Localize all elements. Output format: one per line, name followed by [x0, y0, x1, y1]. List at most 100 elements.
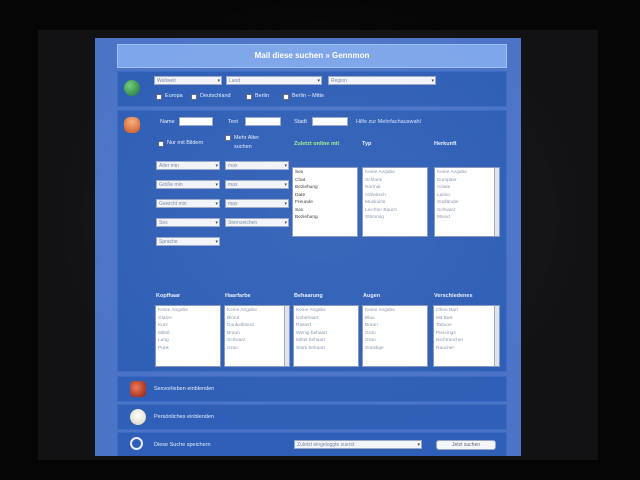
zodiac-select[interactable]: Sternzeichen ▾: [225, 218, 289, 227]
region-select[interactable]: Region ▾: [328, 76, 436, 85]
interests-toggle[interactable]: Sexvorlieben einblenden: [154, 386, 214, 392]
list-item[interactable]: Kurz: [158, 322, 218, 330]
hair-list[interactable]: Keine Angabe Glatze Kurz Mittel Lang Pun…: [155, 305, 221, 367]
type-list[interactable]: Keine Angabe Schlank Normal Athletisch M…: [362, 167, 428, 237]
list-item[interactable]: Rasiert: [296, 322, 356, 330]
list-item[interactable]: Athletisch: [365, 192, 425, 200]
misc-list[interactable]: Ohne Bart Mit Bart Tattoos Piercings Nic…: [433, 305, 500, 367]
personal-toggle[interactable]: Persönliches einblenden: [154, 414, 214, 420]
germany-checkbox[interactable]: [191, 94, 197, 100]
list-item[interactable]: Braun: [227, 330, 287, 338]
list-item[interactable]: Latino: [437, 192, 497, 200]
save-search-link[interactable]: Diese Suche speichern: [154, 442, 211, 448]
list-item[interactable]: Raucher: [436, 345, 497, 353]
list-item[interactable]: Mit Bart: [436, 315, 497, 323]
text-input[interactable]: [245, 117, 281, 126]
list-item[interactable]: Ohne Bart: [436, 307, 497, 315]
magnifier-icon: [130, 437, 143, 450]
list-item[interactable]: Leichter Bauch: [365, 207, 425, 215]
age-max-select[interactable]: max ▾: [225, 161, 289, 170]
scrollbar[interactable]: [494, 306, 499, 366]
list-item[interactable]: Sonstige: [365, 345, 425, 353]
more-age-checkbox[interactable]: [225, 135, 231, 141]
only-images-checkbox[interactable]: [158, 141, 164, 147]
list-item[interactable]: Date: [295, 192, 355, 200]
personal-section[interactable]: Persönliches einblenden: [117, 404, 507, 430]
origin-list[interactable]: Keine Angabe Europäer Asiate Latino Südl…: [434, 167, 500, 237]
list-item[interactable]: Mixed: [437, 214, 497, 222]
list-item[interactable]: Tattoos: [436, 322, 497, 330]
weight-min-select[interactable]: Gewicht min ▾: [156, 199, 220, 208]
wanted-list[interactable]: Sex Chat Beziehung Date Freunde Sex Bezi…: [292, 167, 358, 237]
hair-header: Kopfhaar: [156, 293, 181, 299]
list-item[interactable]: Keine Angabe: [437, 169, 497, 177]
scrollbar[interactable]: [284, 306, 289, 366]
list-item[interactable]: Sex: [295, 169, 355, 177]
height-min-select[interactable]: Größe min ▾: [156, 180, 220, 189]
list-item[interactable]: Piercings: [436, 330, 497, 338]
list-item[interactable]: Chat: [295, 177, 355, 185]
list-item[interactable]: Keine Angabe: [158, 307, 218, 315]
list-item[interactable]: Stämmig: [365, 214, 425, 222]
list-item[interactable]: Mittel: [158, 330, 218, 338]
list-item[interactable]: Glatze: [158, 315, 218, 323]
height-max-select[interactable]: max ▾: [225, 180, 289, 189]
interests-section[interactable]: Sexvorlieben einblenden: [117, 376, 507, 402]
language-select[interactable]: Sprache ▾: [156, 237, 220, 246]
region-select-world[interactable]: Weltweit ▾: [154, 76, 222, 85]
list-item[interactable]: Schlank: [365, 177, 425, 185]
person-icon: [124, 117, 140, 133]
germany-label: Deutschland: [200, 93, 231, 99]
list-item[interactable]: Blond: [227, 315, 287, 323]
list-item[interactable]: Europäer: [437, 177, 497, 185]
weight-max-select[interactable]: max ▾: [225, 199, 289, 208]
list-item[interactable]: Beziehung: [295, 184, 355, 192]
list-item[interactable]: Freunde: [295, 199, 355, 207]
list-item[interactable]: Wenig behaart: [296, 330, 356, 338]
scrollbar[interactable]: [494, 168, 499, 236]
age-min-select[interactable]: Alter min ▾: [156, 161, 220, 170]
help-link[interactable]: Hilfe zur Mehrfachauswahl: [356, 119, 421, 125]
list-item[interactable]: Schwarz: [227, 337, 287, 345]
country-select[interactable]: Land ▾: [226, 76, 322, 85]
list-item[interactable]: Normal: [365, 184, 425, 192]
list-item[interactable]: Unbehaart: [296, 315, 356, 323]
name-label: Name: [160, 119, 175, 125]
eyes-list[interactable]: Keine Angabe Blau Braun Grün Grau Sonsti…: [362, 305, 428, 367]
list-item[interactable]: Dunkelblond: [227, 322, 287, 330]
list-item[interactable]: Stark behaart: [296, 345, 356, 353]
list-item[interactable]: Grau: [227, 345, 287, 353]
europe-checkbox[interactable]: [156, 94, 162, 100]
berlin-label: Berlin: [255, 93, 270, 99]
list-item[interactable]: Keine Angabe: [365, 169, 425, 177]
list-item[interactable]: Lang: [158, 337, 218, 345]
city-input[interactable]: [312, 117, 348, 126]
origin-header: Herkunft: [434, 141, 457, 147]
list-item[interactable]: Keine Angabe: [365, 307, 425, 315]
body-hair-list[interactable]: Keine Angabe Unbehaart Rasiert Wenig beh…: [293, 305, 359, 367]
list-item[interactable]: Sex: [295, 207, 355, 215]
list-item[interactable]: Nichtraucher: [436, 337, 497, 345]
misc-header: Verschiedenes: [434, 293, 473, 299]
list-item[interactable]: Asiate: [437, 184, 497, 192]
list-item[interactable]: Keine Angabe: [227, 307, 287, 315]
name-input[interactable]: [179, 117, 213, 126]
sort-order-select[interactable]: Zuletzt eingeloggte zuerst ▾: [294, 440, 422, 449]
berlin-mitte-checkbox[interactable]: [283, 94, 289, 100]
list-item[interactable]: Beziehung: [295, 214, 355, 222]
haircolor-list[interactable]: Keine Angabe Blond Dunkelblond Braun Sch…: [224, 305, 290, 367]
sex-select[interactable]: Sex ▾: [156, 218, 220, 227]
list-item[interactable]: Mittel behaart: [296, 337, 356, 345]
list-item[interactable]: Keine Angabe: [296, 307, 356, 315]
body-hair-header: Behaarung: [294, 293, 323, 299]
list-item[interactable]: Grün: [365, 330, 425, 338]
search-submit-button[interactable]: Jetzt suchen: [436, 440, 496, 450]
list-item[interactable]: Muskulös: [365, 199, 425, 207]
list-item[interactable]: Punk: [158, 345, 218, 353]
list-item[interactable]: Südländer: [437, 199, 497, 207]
list-item[interactable]: Grau: [365, 337, 425, 345]
berlin-checkbox[interactable]: [246, 94, 252, 100]
list-item[interactable]: Blau: [365, 315, 425, 323]
list-item[interactable]: Braun: [365, 322, 425, 330]
list-item[interactable]: Schwarz: [437, 207, 497, 215]
